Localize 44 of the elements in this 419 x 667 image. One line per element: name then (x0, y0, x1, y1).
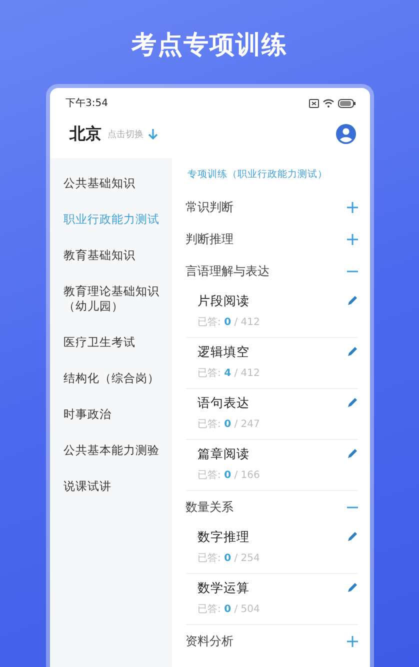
topic-name: 判断推理 (186, 230, 234, 248)
pencil-icon[interactable] (346, 397, 358, 408)
sidebar-item[interactable]: 时事政治 (50, 397, 172, 433)
section-heading: 专项训练（职业行政能力测试） (186, 168, 328, 182)
down-arrow-icon[interactable] (148, 128, 158, 140)
expand-icon[interactable] (346, 636, 358, 646)
user-icon[interactable] (336, 124, 356, 144)
pencil-icon[interactable] (346, 295, 358, 306)
pencil-icon[interactable] (346, 531, 358, 542)
status-time: 下午3:54 (66, 97, 108, 110)
sidebar-item[interactable]: 教育基础知识 (50, 238, 172, 274)
answered-count: 已答: 0 / 412 (198, 316, 260, 329)
subtopic-name[interactable]: 语句表达 (198, 395, 260, 412)
topic-name: 资料分析 (186, 632, 234, 650)
topic-name: 数量关系 (186, 498, 234, 516)
sidebar-item[interactable]: 结构化（综合岗） (50, 361, 172, 397)
expand-icon[interactable] (346, 234, 358, 244)
answered-count: 已答: 4 / 412 (198, 367, 260, 380)
subtopic-name[interactable]: 逻辑填空 (198, 344, 260, 361)
switch-city-hint: 点击切换 (108, 128, 144, 140)
answered-count: 已答: 0 / 247 (198, 418, 260, 431)
wifi-icon (322, 98, 334, 108)
pencil-icon[interactable] (346, 448, 358, 459)
answered-count: 已答: 0 / 504 (198, 603, 260, 616)
sidebar-item[interactable]: 公共基本能力测验 (50, 433, 172, 469)
sidebar-item[interactable]: 公共基础知识 (50, 166, 172, 202)
expand-icon[interactable] (346, 202, 358, 212)
answered-count: 已答: 0 / 166 (198, 469, 260, 482)
pencil-icon[interactable] (346, 582, 358, 593)
pencil-icon[interactable] (346, 346, 358, 357)
answered-count: 已答: 0 / 254 (198, 552, 260, 565)
subtopic-name[interactable]: 数字推理 (198, 529, 260, 546)
subtopic-name[interactable]: 篇章阅读 (198, 446, 260, 463)
page-title: 考点专项训练 (132, 29, 288, 61)
subtopic-name[interactable]: 数学运算 (198, 580, 260, 597)
topic-name: 言语理解与表达 (186, 262, 270, 280)
sidebar-item[interactable]: 说课试讲 (50, 469, 172, 505)
sidebar-item[interactable]: 教育理论基础知识（幼儿园） (50, 274, 172, 325)
sim-icon (308, 98, 318, 108)
topic-name: 常识判断 (186, 198, 234, 216)
subtopic-name[interactable]: 片段阅读 (198, 293, 260, 310)
sidebar-item[interactable]: 医疗卫生考试 (50, 325, 172, 361)
city-name: 北京 (70, 124, 102, 144)
battery-icon (338, 98, 356, 108)
